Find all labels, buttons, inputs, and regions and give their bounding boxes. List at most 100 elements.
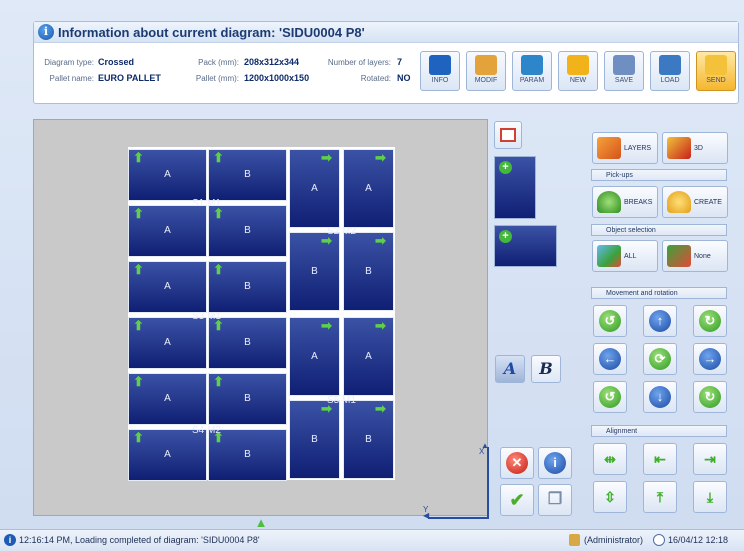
create-button[interactable]: CREATE	[662, 186, 728, 218]
arrow-right-icon: →	[699, 348, 721, 370]
new-button[interactable]: NEW	[558, 51, 598, 91]
pack-label: Pack (mm):	[198, 58, 239, 67]
rotate-right-2-button[interactable]: ↻	[693, 381, 727, 413]
breaks-button[interactable]: BREAKS	[592, 186, 658, 218]
pack-box[interactable]: ➡ A	[289, 317, 340, 396]
rotate-right-icon: ↻	[699, 386, 721, 408]
pack-box[interactable]: ⬆ A	[128, 205, 207, 257]
align-center-h-button[interactable]: ⇹	[593, 443, 627, 475]
arrow-right-icon: ➡	[321, 150, 332, 165]
info-icon: i	[4, 534, 16, 546]
select-none-icon	[667, 245, 691, 267]
3d-button-label: 3D	[694, 145, 703, 152]
arrow-up-icon: ⬆	[213, 206, 224, 221]
align-center-v-button[interactable]: ⇳	[593, 481, 627, 513]
pack-box-label: A	[164, 337, 171, 348]
pack-box[interactable]: ➡ B	[343, 400, 394, 479]
pack-box[interactable]: ⬆ B	[208, 429, 287, 481]
move-up-button[interactable]: ↑	[643, 305, 677, 337]
arrow-up-icon: ⬆	[133, 262, 144, 277]
select-all-icon	[597, 245, 621, 267]
delete-icon: ✕	[506, 452, 528, 474]
send-button-label: SEND	[706, 77, 726, 84]
pack-box[interactable]: ⬆ B	[208, 261, 287, 313]
arrow-up-icon: ⬆	[133, 206, 144, 221]
move-right-button[interactable]: →	[693, 343, 727, 375]
align-left-button[interactable]: ⇤	[643, 443, 677, 475]
3d-cube-icon	[667, 137, 691, 159]
copy-button[interactable]: ❐	[538, 484, 572, 516]
pack-box[interactable]: ➡ B	[289, 400, 340, 479]
align-top-button[interactable]: ⤒	[643, 481, 677, 513]
arrow-up-icon: ↑	[649, 310, 671, 332]
pack-box[interactable]: ⬆ B	[208, 317, 287, 369]
select-all-button[interactable]: ALL	[592, 240, 658, 272]
arrow-right-icon: ➡	[375, 318, 386, 333]
pack-box[interactable]: ➡ B	[343, 232, 394, 311]
info-button[interactable]: INFO	[420, 51, 460, 91]
rotate-left-button[interactable]: ↺	[593, 305, 627, 337]
select-none-button[interactable]: None	[662, 240, 728, 272]
pack-box[interactable]: ➡ A	[289, 149, 340, 228]
layers-button[interactable]: LAYERS	[592, 132, 658, 164]
select-all-label: ALL	[624, 253, 637, 260]
pack-box[interactable]: ⬆ A	[128, 317, 207, 369]
arrow-up-icon: ⬆	[133, 374, 144, 389]
pack-box[interactable]: ⬆ B	[208, 373, 287, 425]
pack-box[interactable]: ⬆ A	[128, 261, 207, 313]
label-b-button[interactable]: B	[531, 355, 561, 383]
pallet-layer: ⬆ A ⬆ B ⬆ A ⬆ B ⬆ A ⬆ B ⬆ A ⬆ B ⬆ A ⬆ B ⬆ A ⬆ B ➡ A ➡ A ➡ B ➡ B ➡ A ➡ A ➡ B ➡ B…	[128, 147, 395, 481]
pack-preview-horizontal[interactable]: +	[494, 225, 557, 267]
pack-box[interactable]: ⬆ A	[128, 429, 207, 481]
info-button[interactable]: i	[538, 447, 572, 479]
delete-button[interactable]: ✕	[500, 447, 534, 479]
load-button[interactable]: LOAD	[650, 51, 690, 91]
modif-button[interactable]: MODIF	[466, 51, 506, 91]
diagram-info-panel: i Information about current diagram: 'SI…	[33, 21, 739, 104]
status-message: 12:16:14 PM, Loading completed of diagra…	[19, 535, 260, 545]
pickups-header: Pick-ups	[591, 169, 727, 181]
align-right-button[interactable]: ⇥	[693, 443, 727, 475]
pack-box-label: B	[365, 265, 372, 277]
pack-box[interactable]: ➡ A	[343, 317, 394, 396]
arrow-up-icon: ⬆	[213, 374, 224, 389]
pack-box-label: A	[311, 182, 318, 194]
fit-view-icon	[500, 128, 516, 142]
status-datetime: 16/04/12 12:18	[668, 535, 729, 545]
pack-preview-vertical[interactable]: +	[494, 156, 536, 219]
align-center-vertical-icon: ⇳	[604, 489, 616, 505]
pack-group-label: S2 M2	[327, 226, 356, 237]
pack-box-label: B	[244, 337, 251, 348]
rotate-right-button[interactable]: ↻	[693, 305, 727, 337]
align-bottom-button[interactable]: ⤓	[693, 481, 727, 513]
info-button-label: INFO	[431, 77, 449, 84]
arrow-right-icon: ➡	[375, 233, 386, 248]
move-left-button[interactable]: ←	[593, 343, 627, 375]
pack-box[interactable]: ⬆ B	[208, 205, 287, 257]
pack-box[interactable]: ⬆ A	[128, 149, 207, 201]
pallet-name-value: EURO PALLET	[98, 73, 161, 83]
label-a-button[interactable]: A	[495, 355, 525, 383]
param-button[interactable]: PARAM	[512, 51, 552, 91]
move-down-button[interactable]: ↓	[643, 381, 677, 413]
info-icon	[429, 55, 451, 75]
arrow-right-icon: ➡	[321, 318, 332, 333]
rotate-left-2-button[interactable]: ↺	[593, 381, 627, 413]
fit-view-button[interactable]	[494, 121, 522, 149]
validate-button[interactable]: ✔	[500, 484, 534, 516]
3d-button[interactable]: 3D	[662, 132, 728, 164]
save-button[interactable]: SAVE	[604, 51, 644, 91]
rotate-center-button[interactable]: ⟳	[643, 343, 677, 375]
pack-box[interactable]: ⬆ A	[128, 373, 207, 425]
send-button[interactable]: SEND	[696, 51, 736, 91]
pack-box-label: A	[311, 350, 318, 362]
pack-group-label: S3 M1	[192, 311, 221, 322]
pallet-direction-arrow-icon: ▲	[254, 515, 268, 530]
add-icon: +	[499, 230, 512, 243]
pack-box[interactable]: ➡ A	[343, 149, 394, 228]
pack-box[interactable]: ➡ B	[289, 232, 340, 311]
pack-box[interactable]: ⬆ B	[208, 149, 287, 201]
align-right-icon: ⇥	[704, 451, 716, 467]
pack-group-label: S5 M1	[327, 395, 356, 406]
x-axis-line	[487, 447, 489, 517]
